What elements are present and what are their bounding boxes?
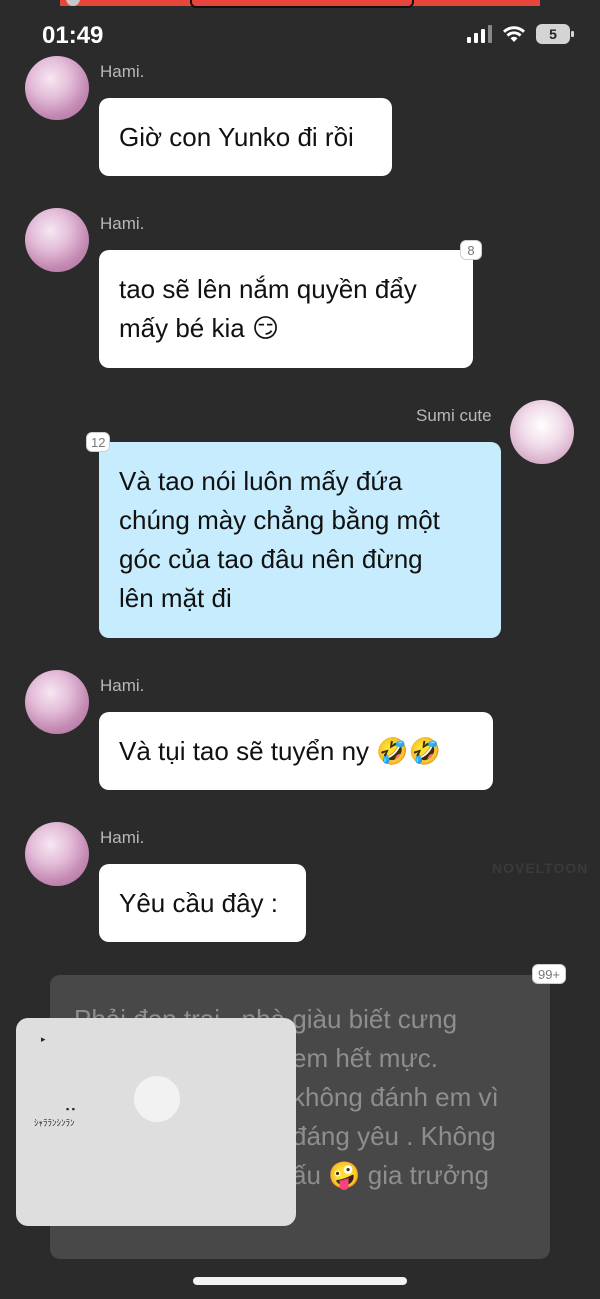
avatar-hami[interactable] <box>25 56 89 120</box>
comment-count-badge[interactable]: 8 <box>460 240 482 260</box>
battery-icon: 5 <box>536 24 574 44</box>
dynamic-island <box>190 0 414 8</box>
notification-dot <box>66 0 80 6</box>
signal-icon <box>467 25 492 43</box>
comment-count-badge[interactable]: 99+ <box>532 964 566 984</box>
overlay-mark: ▪ ▪ <box>66 1104 75 1114</box>
message-bubble[interactable]: tao sẽ lên nắm quyền đẩy mấy bé kia 😏 <box>99 250 473 368</box>
top-notification-strip <box>60 0 540 8</box>
message-text-line: lên mặt đi <box>119 583 232 613</box>
avatar-hami[interactable] <box>25 208 89 272</box>
message-text-line: tao sẽ lên nắm quyền đẩy <box>119 274 417 304</box>
message-bubble[interactable]: Và tụi tao sẽ tuyển ny 🤣🤣 <box>99 712 493 790</box>
overlay-caption: ｼｬﾗﾗﾝｼﾝﾗﾝ <box>34 1118 75 1128</box>
message-text-line: chúng mày chẳng bằng một <box>119 505 440 535</box>
sender-name: Hami. <box>100 676 145 695</box>
message-text: Yêu cầu đây : <box>119 888 278 918</box>
sender-name: Sumi cute <box>416 406 492 425</box>
status-time: 01:49 <box>42 22 104 49</box>
status-icons: 5 <box>467 24 574 44</box>
avatar-sumi[interactable] <box>510 400 574 464</box>
home-indicator[interactable] <box>193 1277 407 1285</box>
message-bubble[interactable]: Yêu cầu đây : <box>99 864 306 942</box>
message-bubble[interactable]: Giờ con Yunko đi rồi <box>99 98 392 176</box>
avatar-hami[interactable] <box>25 822 89 886</box>
message-text-line: Và tao nói luôn mấy đứa <box>119 466 403 496</box>
comment-count-badge[interactable]: 12 <box>86 432 111 452</box>
overlay-figure <box>134 1076 180 1122</box>
message-text: Giờ con Yunko đi rồi <box>119 122 354 152</box>
sender-name: Hami. <box>100 214 145 233</box>
sender-name: Hami. <box>100 62 145 81</box>
message-text: Và tụi tao sẽ tuyển ny 🤣🤣 <box>119 736 442 766</box>
floating-video-overlay[interactable]: ▸ ▪ ▪ ｼｬﾗﾗﾝｼﾝﾗﾝ <box>16 1018 296 1226</box>
message-bubble[interactable]: Và tao nói luôn mấy đứa chúng mày chẳng … <box>99 442 501 638</box>
sender-name: Hami. <box>100 828 145 847</box>
message-text-line: mấy bé kia 😏 <box>119 313 280 343</box>
message-text-line: góc của tao đâu nên đừng <box>119 544 423 574</box>
wifi-icon <box>503 26 525 42</box>
overlay-mark: ▸ <box>41 1034 46 1044</box>
watermark: NOVELTOON <box>492 860 589 876</box>
avatar-hami[interactable] <box>25 670 89 734</box>
